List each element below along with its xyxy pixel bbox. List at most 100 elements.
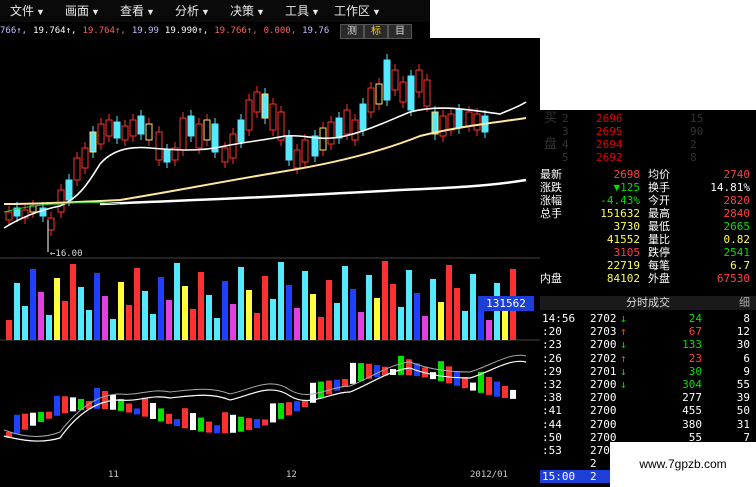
oscillator-bar [246,418,252,431]
oscillator-bar [318,381,324,399]
oscillator-bar [510,389,516,399]
menu-item-label: 工作区 [334,4,371,18]
dropdown-arrow-icon: ▼ [311,7,320,17]
volume-bar [262,276,268,340]
tick-volume: 455 [682,404,702,418]
candlestick [121,125,129,141]
oscillator-bar [142,397,148,417]
menu-item[interactable]: 文件 ▼ [0,0,55,22]
tick-row[interactable]: :38 2700 277 39 [540,391,756,404]
tab-target[interactable]: 目 [388,24,412,39]
tick-count: 55 [736,378,750,391]
ticker-value: 19.764↑, [33,26,77,36]
tab-measure[interactable]: 测 [340,24,364,39]
tick-row[interactable]: 15:00 2 [540,470,610,484]
oscillator-bar [470,382,476,391]
tick-time: :32 [542,378,562,391]
tick-row[interactable]: :23 2700 ↓ 133 30 [540,338,756,351]
tick-count: 12 [736,325,750,339]
menu-item-label: 工具 [285,4,310,18]
quote-label: 每笔 [648,259,670,272]
trading-screen: 文件 ▼ 画面 ▼ 查看 ▼ 分析 ▼ 决策 ▼ 工具 ▼ 工作区 ▼ 766↑, 19.764↑, 19.7… [0,0,756,487]
menu-item-label: 决策 [230,4,255,18]
volume-value-box: 131562 [478,296,534,311]
candlestick [89,131,97,153]
oscillator-bar [302,400,308,408]
tick-row[interactable]: :32 2700 ↓ 304 55 [540,378,756,391]
tick-row[interactable]: :41 2700 455 50 [540,404,756,417]
candlestick [431,111,439,135]
dropdown-arrow-icon: ▼ [146,7,155,17]
tick-row[interactable]: :20 2703 ↑ 67 12 [540,325,756,338]
volume-bar [206,295,212,340]
order-price: 2692 [596,151,623,164]
candlestick [187,115,195,137]
oscillator-bar [358,363,364,382]
oscillator-bar [398,355,404,375]
menu-item[interactable]: 工具 ▼ [275,0,330,22]
candlestick [455,109,463,129]
candlestick [155,131,163,161]
oscillator-bar [70,397,76,412]
candlestick [221,147,229,163]
volume-bar [30,269,36,340]
candlestick [399,81,407,103]
quote-value: 41552 [606,233,640,246]
candlestick [163,149,171,163]
oscillator-bar [30,412,36,426]
volume-bar [198,272,204,340]
arrow-down-icon: ↓ [620,378,627,391]
tick-price: 2703 [590,325,617,339]
candlestick-chart[interactable]: ←16.00 [0,40,540,470]
order-level: 4 [562,138,569,151]
volume-bar [502,306,508,340]
oscillator-bar [374,364,380,377]
ticker-value: 19.766↑, [214,26,258,36]
volume-bar [310,294,316,340]
candlestick [203,119,211,141]
tick-row[interactable]: :29 2701 ↓ 30 9 [540,365,756,378]
tick-price: 2702 [590,351,617,365]
volume-bar [222,281,228,340]
quote-label: 外盘 [648,272,670,285]
tick-row[interactable]: 14:56 2702 ↓ 24 8 [540,312,756,325]
oscillator-bar [46,411,52,419]
volume-bar [238,267,244,340]
candlestick [327,121,335,145]
quote-value: 2820 [723,194,751,207]
order-price: 2696 [596,112,623,125]
candlestick [415,69,423,93]
ticker-value: 19.76 [302,26,330,36]
tick-row[interactable]: :44 2700 380 31 [540,418,756,431]
quote-value: 2541 [723,246,751,259]
candlestick [391,69,399,91]
volume-bar [150,314,156,340]
volume-bar [294,308,300,340]
candlestick [301,139,309,163]
order-side-label: 盘 [544,137,558,152]
oscillator-bar [174,419,180,427]
oscillator-bar [206,421,212,433]
candlestick [5,211,13,221]
volume-bar [430,279,436,340]
oscillator-bar [494,381,500,397]
volume-bar [382,261,388,340]
tick-price: 2700 [590,391,617,405]
candlestick [253,91,261,113]
candlestick [343,109,351,135]
quote-label: 今开 [648,194,670,207]
menu-item[interactable]: 查看 ▼ [110,0,165,22]
tab-indicator[interactable]: 标 [364,24,388,39]
tick-row[interactable]: :26 2702 ↑ 23 6 [540,352,756,365]
volume-bar [342,266,348,340]
oscillator-bar [262,419,268,426]
oscillator-bar [230,414,236,433]
menu-item[interactable]: 画面 ▼ [55,0,110,22]
volume-bar [398,307,404,340]
menu-item[interactable]: 分析 ▼ [165,0,220,22]
tick-price: 2700 [590,338,617,352]
candlestick [367,87,375,113]
volume-bar [374,298,380,340]
menu-item[interactable]: 工作区 ▼ [330,0,385,22]
menu-item[interactable]: 决策 ▼ [220,0,275,22]
